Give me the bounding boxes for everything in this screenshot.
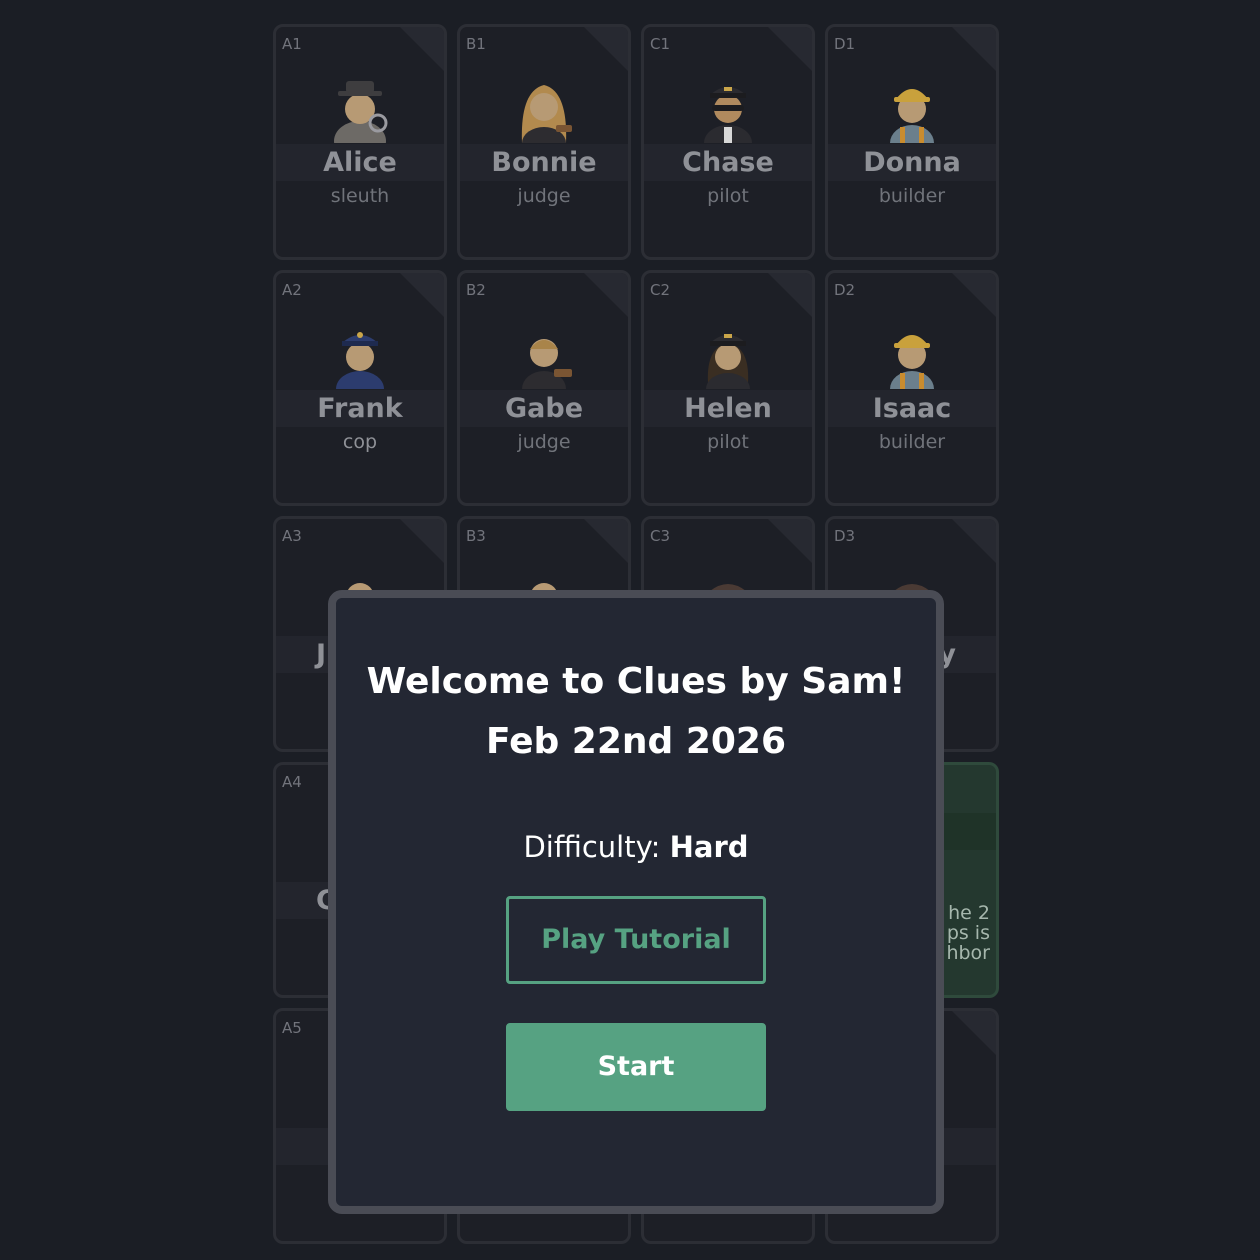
card-coordinate: D1 [834, 35, 856, 53]
card-fold [952, 1011, 996, 1055]
difficulty-line: Difficulty: Hard [336, 830, 936, 864]
clue-hint-text: he 2 ps is hbor [946, 902, 990, 964]
card-coordinate: A5 [282, 1019, 302, 1037]
suspect-role: builder [878, 185, 946, 207]
card-fold [952, 273, 996, 317]
suspect-name: J [316, 639, 327, 670]
suspect-card-b2[interactable]: B2 Gabe judge [457, 270, 631, 506]
card-fold [768, 519, 812, 563]
card-name-bar: Isaac [828, 390, 996, 427]
suspect-card-c2[interactable]: C2 Helen pilot [641, 270, 815, 506]
suspect-role: builder [878, 431, 946, 453]
pilot-woman-icon [644, 323, 812, 405]
play-tutorial-button[interactable]: Play Tutorial [506, 896, 766, 984]
card-coordinate: A2 [282, 281, 302, 299]
card-coordinate: D2 [834, 281, 856, 299]
suspect-card-d2[interactable]: D2 Isaac builder [825, 270, 999, 506]
suspect-role: sleuth [330, 185, 390, 207]
welcome-dialog: Welcome to Clues by Sam! Feb 22nd 2026 D… [328, 590, 944, 1214]
builder-man-icon [828, 323, 996, 407]
suspect-role: cop [342, 431, 378, 453]
card-coordinate: A4 [282, 773, 302, 791]
difficulty-value: Hard [669, 830, 749, 864]
suspect-card-b1[interactable]: B1 Bonnie judge [457, 24, 631, 260]
card-fold [584, 27, 628, 71]
suspect-name: Donna [863, 147, 961, 178]
card-name-bar: Frank [276, 390, 444, 427]
suspect-card-d1[interactable]: D1 Donna builder [825, 24, 999, 260]
card-coordinate: C3 [650, 527, 671, 545]
difficulty-label: Difficulty: [523, 830, 661, 864]
suspect-name: Chase [682, 147, 774, 178]
pilot-man-icon [644, 77, 812, 161]
card-coordinate: B2 [466, 281, 486, 299]
suspect-role: judge [517, 185, 571, 207]
card-name-bar: Donna [828, 144, 996, 181]
card-coordinate: D3 [834, 527, 856, 545]
start-button[interactable]: Start [506, 1023, 766, 1111]
card-coordinate: B3 [466, 527, 486, 545]
card-fold [400, 519, 444, 563]
card-coordinate: C2 [650, 281, 671, 299]
suspect-name: Alice [323, 147, 397, 178]
suspect-name: Isaac [872, 393, 952, 424]
suspect-card-c1[interactable]: C1 Chase pilot [641, 24, 815, 260]
suspect-card-a2[interactable]: A2 Frank cop [273, 270, 447, 506]
welcome-title: Welcome to Clues by Sam! [366, 661, 906, 702]
card-fold [400, 27, 444, 71]
suspect-name: Gabe [504, 393, 584, 424]
suspect-role: judge [517, 431, 571, 453]
card-fold [952, 519, 996, 563]
card-coordinate: A1 [282, 35, 302, 53]
police-man-icon [276, 323, 444, 407]
puzzle-date: Feb 22nd 2026 [485, 721, 787, 762]
suspect-name: Helen [684, 393, 772, 424]
suspect-name: Bonnie [491, 147, 597, 178]
card-coordinate: C1 [650, 35, 671, 53]
card-coordinate: B1 [466, 35, 486, 53]
suspect-name: Frank [317, 393, 403, 424]
card-fold [768, 27, 812, 71]
card-fold [584, 273, 628, 317]
card-fold [768, 273, 812, 317]
card-fold [400, 273, 444, 317]
judge-woman-icon [460, 77, 628, 159]
builder-woman-icon [828, 77, 996, 161]
card-name-bar: Helen [644, 390, 812, 427]
suspect-card-a1[interactable]: A1 Alice sleuth [273, 24, 447, 260]
suspect-role: pilot [707, 431, 749, 453]
card-coordinate: A3 [282, 527, 302, 545]
judge-man-icon [460, 323, 628, 407]
card-name-bar: Alice [276, 144, 444, 181]
card-name-bar: Chase [644, 144, 812, 181]
card-name-bar: Gabe [460, 390, 628, 427]
card-fold [952, 27, 996, 71]
suspect-role: pilot [707, 185, 749, 207]
dialog-title: Welcome to Clues by Sam! Feb 22nd 2026 [336, 652, 936, 772]
card-name-bar: Bonnie [460, 144, 628, 181]
card-fold [584, 519, 628, 563]
detective-woman-icon [276, 77, 444, 161]
